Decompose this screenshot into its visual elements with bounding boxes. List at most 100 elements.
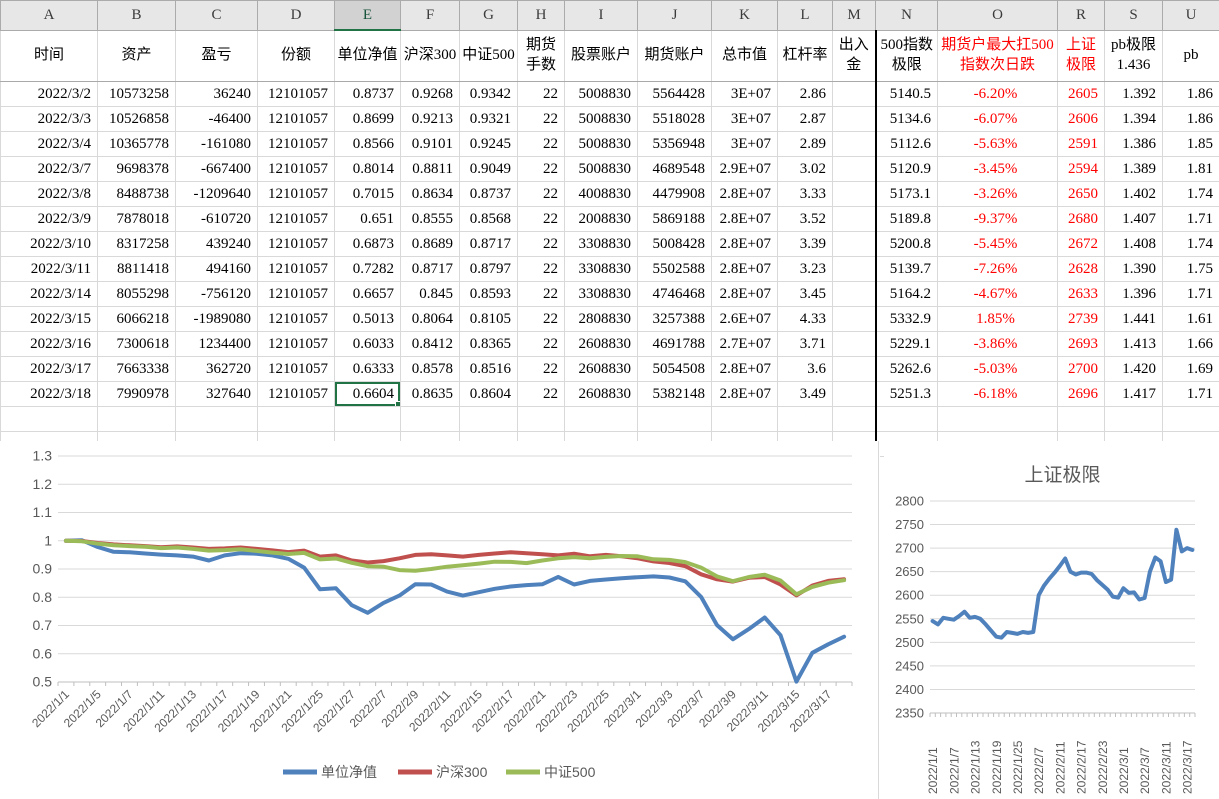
cell[interactable]: 2022/3/15 [1,307,98,332]
cell[interactable]: 0.6873 [335,232,401,257]
cell[interactable]: 1.407 [1105,207,1163,232]
cell[interactable] [1,407,98,432]
cell[interactable]: 4479908 [638,182,712,207]
cell[interactable]: 0.9049 [460,157,518,182]
cell[interactable]: 2693 [1058,332,1105,357]
cell[interactable] [1163,407,1219,432]
cell[interactable] [833,182,876,207]
cell[interactable]: 3.39 [778,232,833,257]
cell[interactable]: 0.8737 [335,82,401,107]
cell[interactable] [518,407,565,432]
cell[interactable]: 2022/3/3 [1,107,98,132]
cell[interactable]: 2808830 [565,307,638,332]
column-header-S[interactable]: S [1105,1,1163,31]
cell[interactable]: 3.49 [778,382,833,407]
cell[interactable]: 36240 [176,82,258,107]
field-header-H[interactable]: 期货手数 [518,30,565,82]
cell[interactable]: 8811418 [98,257,176,282]
field-header-J[interactable]: 期货账户 [638,30,712,82]
cell[interactable]: 494160 [176,257,258,282]
cell[interactable]: 1.71 [1163,382,1219,407]
cell[interactable]: 5229.1 [876,332,938,357]
column-header-L[interactable]: L [778,1,833,31]
cell[interactable]: 0.651 [335,207,401,232]
cell[interactable]: 1.408 [1105,232,1163,257]
cell[interactable]: 12101057 [258,257,335,282]
cell[interactable]: 22 [518,107,565,132]
cell[interactable]: 2022/3/4 [1,132,98,157]
cell[interactable]: 3E+07 [712,107,778,132]
cell[interactable]: 2605 [1058,82,1105,107]
cell[interactable]: 5008830 [565,82,638,107]
cell[interactable]: 2680 [1058,207,1105,232]
column-header-G[interactable]: G [460,1,518,31]
cell[interactable]: -667400 [176,157,258,182]
cell[interactable]: 0.8635 [401,382,460,407]
cell[interactable]: 0.6033 [335,332,401,357]
cell[interactable]: 3.71 [778,332,833,357]
cell[interactable]: 1234400 [176,332,258,357]
cell[interactable] [712,407,778,432]
cell[interactable] [1105,407,1163,432]
column-header-K[interactable]: K [712,1,778,31]
cell[interactable]: 3E+07 [712,132,778,157]
cell[interactable]: 3.23 [778,257,833,282]
column-header-M[interactable]: M [833,1,876,31]
cell[interactable]: 0.8699 [335,107,401,132]
cell[interactable]: 362720 [176,357,258,382]
cell[interactable]: 0.9213 [401,107,460,132]
cell[interactable]: 2022/3/14 [1,282,98,307]
cell[interactable]: 327640 [176,382,258,407]
cell[interactable]: 5518028 [638,107,712,132]
field-header-S[interactable]: pb极限 1.436 [1105,30,1163,82]
cell[interactable]: 0.8604 [460,382,518,407]
cell[interactable]: 1.390 [1105,257,1163,282]
cell[interactable]: 2633 [1058,282,1105,307]
cell[interactable] [833,332,876,357]
cell[interactable]: 2696 [1058,382,1105,407]
cell[interactable]: 12101057 [258,232,335,257]
cell[interactable]: 0.6333 [335,357,401,382]
cell[interactable]: 2022/3/10 [1,232,98,257]
cell[interactable] [565,407,638,432]
cell[interactable]: 1.402 [1105,182,1163,207]
cell[interactable] [98,407,176,432]
cell[interactable]: -7.26% [938,257,1058,282]
cell[interactable]: 1.85% [938,307,1058,332]
cell[interactable]: 0.8634 [401,182,460,207]
cell[interactable]: 2022/3/17 [1,357,98,382]
column-header-U[interactable]: U [1163,1,1219,31]
cell[interactable]: 5054508 [638,357,712,382]
cell[interactable]: 2.8E+07 [712,182,778,207]
field-header-M[interactable]: 出入金 [833,30,876,82]
cell[interactable]: 0.8568 [460,207,518,232]
cell[interactable]: 5140.5 [876,82,938,107]
cell[interactable]: 0.8555 [401,207,460,232]
field-header-R[interactable]: 上证极限 [1058,30,1105,82]
cell[interactable]: 7300618 [98,332,176,357]
cell[interactable] [833,357,876,382]
cell[interactable]: 2672 [1058,232,1105,257]
cell[interactable]: 2.8E+07 [712,232,778,257]
cell[interactable]: 1.71 [1163,207,1219,232]
cell[interactable]: 1.81 [1163,157,1219,182]
cell[interactable]: 5008830 [565,107,638,132]
cell[interactable] [335,407,401,432]
cell[interactable]: -9.37% [938,207,1058,232]
cell[interactable]: 0.6657 [335,282,401,307]
selected-cell[interactable]: 0.6604 [335,382,401,407]
cell[interactable]: 2.87 [778,107,833,132]
cell[interactable]: -3.26% [938,182,1058,207]
cell[interactable]: 5134.6 [876,107,938,132]
cell[interactable] [833,157,876,182]
column-header-F[interactable]: F [401,1,460,31]
field-header-C[interactable]: 盈亏 [176,30,258,82]
cell[interactable]: 5262.6 [876,357,938,382]
cell[interactable]: -5.03% [938,357,1058,382]
cell[interactable] [638,407,712,432]
cell[interactable]: 4.33 [778,307,833,332]
cell[interactable]: -3.86% [938,332,1058,357]
cell[interactable]: 5382148 [638,382,712,407]
cell[interactable]: -610720 [176,207,258,232]
cell[interactable]: -1989080 [176,307,258,332]
